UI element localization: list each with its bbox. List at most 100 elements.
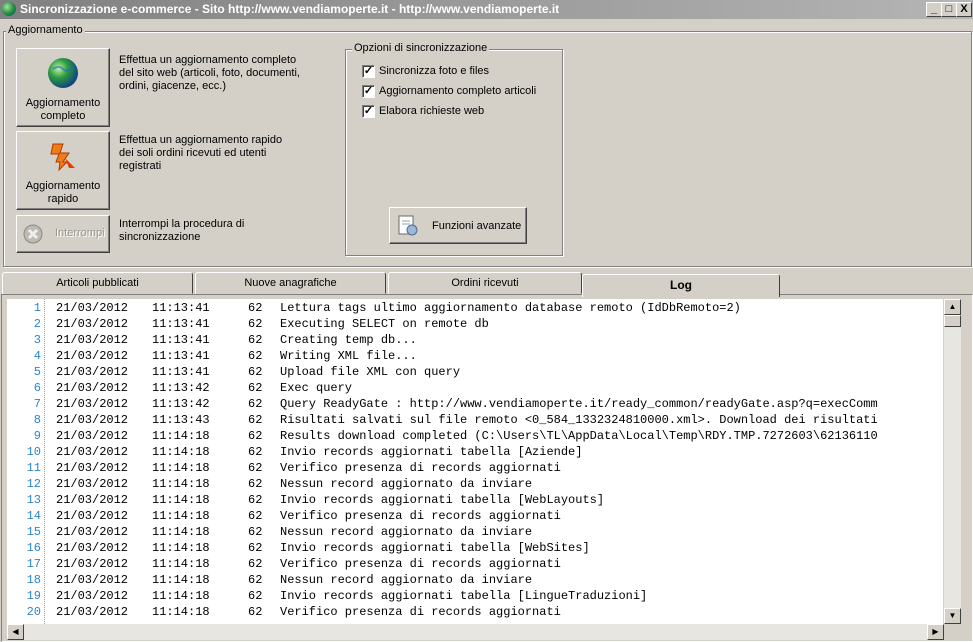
log-time: 11:14:18 — [152, 493, 210, 507]
log-line-number: 18 — [26, 573, 41, 587]
log-time: 11:14:18 — [152, 461, 210, 475]
log-code: 62 — [248, 525, 263, 539]
log-code: 62 — [248, 477, 263, 491]
log-line-number: 8 — [33, 413, 41, 427]
log-code: 62 — [248, 461, 263, 475]
interrupt-button[interactable]: Interrompi — [16, 215, 110, 253]
log-time: 11:14:18 — [152, 541, 210, 555]
log-vertical-scrollbar[interactable]: ▲ ▼ — [944, 299, 961, 624]
log-time: 11:13:43 — [152, 413, 210, 427]
log-date: 21/03/2012 — [56, 301, 129, 315]
log-date: 21/03/2012 — [56, 573, 129, 587]
update-group-legend: Aggiornamento — [6, 24, 85, 36]
log-date: 21/03/2012 — [56, 349, 129, 363]
log-date: 21/03/2012 — [56, 477, 129, 491]
log-date: 21/03/2012 — [56, 589, 129, 603]
scroll-down-arrow-icon[interactable]: ▼ — [944, 608, 961, 624]
log-date: 21/03/2012 — [56, 413, 129, 427]
log-line-number: 7 — [33, 397, 41, 411]
log-line-number: 5 — [33, 365, 41, 379]
log-line-number: 2 — [33, 317, 41, 331]
log-code: 62 — [248, 509, 263, 523]
log-code: 62 — [248, 605, 263, 619]
lightning-arrow-icon — [50, 143, 75, 172]
interrupt-label: Interrompi — [55, 227, 105, 239]
log-code: 62 — [248, 365, 263, 379]
log-message: Verifico presenza di records aggiornati — [280, 557, 561, 571]
log-date: 21/03/2012 — [56, 429, 129, 443]
log-message: Nessun record aggiornato da inviare — [280, 477, 533, 491]
log-message: Invio records aggiornati tabella [WebSit… — [280, 541, 590, 555]
log-code: 62 — [248, 557, 263, 571]
log-time: 11:14:18 — [152, 477, 210, 491]
log-line-number: 13 — [26, 493, 41, 507]
log-message: Writing XML file... — [280, 349, 417, 363]
scroll-left-arrow-icon[interactable]: ◀ — [7, 624, 24, 640]
close-button[interactable]: X — [956, 2, 972, 17]
log-time: 11:14:18 — [152, 525, 210, 539]
log-line-number: 12 — [26, 477, 41, 491]
log-time: 11:14:18 — [152, 509, 210, 523]
quick-update-button[interactable]: Aggiornamento rapido — [16, 131, 110, 210]
log-line-number: 11 — [26, 461, 41, 475]
log-line-number: 15 — [26, 525, 41, 539]
log-date: 21/03/2012 — [56, 381, 129, 395]
log-line-number: 19 — [26, 589, 41, 603]
full-update-button[interactable]: Aggiornamento completo — [16, 48, 110, 127]
log-date: 21/03/2012 — [56, 397, 129, 411]
checkbox-check-icon: ✓ — [362, 65, 375, 78]
log-time: 11:14:18 — [152, 605, 210, 619]
log-line-number: 10 — [26, 445, 41, 459]
log-line-number: 9 — [33, 429, 41, 443]
log-time: 11:13:42 — [152, 397, 210, 411]
scroll-up-arrow-icon[interactable]: ▲ — [944, 299, 961, 315]
full-update-label: Aggiornamento completo — [25, 97, 101, 122]
checkbox-check-icon: ✓ — [362, 85, 375, 98]
log-code: 62 — [248, 445, 263, 459]
scroll-right-arrow-icon[interactable]: ▶ — [927, 624, 944, 640]
maximize-button[interactable]: □ — [941, 2, 957, 17]
log-date: 21/03/2012 — [56, 493, 129, 507]
title-bar: Sincronizzazione e-commerce - Sito http:… — [0, 0, 973, 19]
log-message: Nessun record aggiornato da inviare — [280, 573, 533, 587]
log-date: 21/03/2012 — [56, 509, 129, 523]
log-horizontal-scrollbar[interactable]: ◀ ▶ — [7, 624, 944, 640]
log-line-number: 1 — [33, 301, 41, 315]
tab-nuove-anagrafiche[interactable]: Nuove anagrafiche — [195, 272, 386, 294]
tab-articoli-pubblicati[interactable]: Articoli pubblicati — [2, 272, 193, 294]
log-code: 62 — [248, 349, 263, 363]
log-message: Upload file XML con query — [280, 365, 461, 379]
log-time: 11:14:18 — [152, 573, 210, 587]
log-code: 62 — [248, 541, 263, 555]
tab-log[interactable]: Log — [582, 274, 780, 297]
log-message: Nessun record aggiornato da inviare — [280, 525, 533, 539]
log-text-area[interactable]: 1 21/03/2012 11:13:41 62 Lettura tags ultimo… — [7, 299, 943, 624]
log-date: 21/03/2012 — [56, 317, 129, 331]
minimize-button[interactable]: _ — [926, 2, 942, 17]
log-date: 21/03/2012 — [56, 333, 129, 347]
log-message: Invio records aggiornati tabella [Aziend… — [280, 445, 583, 459]
log-date: 21/03/2012 — [56, 445, 129, 459]
log-message: Verifico presenza di records aggiornati — [280, 461, 561, 475]
quick-update-description: Effettua un aggiornamento rapido dei sol… — [119, 134, 283, 172]
scroll-thumb[interactable] — [944, 315, 961, 327]
log-code: 62 — [248, 381, 263, 395]
log-time: 11:13:41 — [152, 301, 210, 315]
log-message: Executing SELECT on remote db — [280, 317, 489, 331]
log-message: Creating temp db... — [280, 333, 417, 347]
document-gear-icon — [398, 215, 418, 236]
checkbox-check-icon: ✓ — [362, 105, 375, 118]
log-code: 62 — [248, 573, 263, 587]
log-time: 11:14:18 — [152, 445, 210, 459]
log-date: 21/03/2012 — [56, 365, 129, 379]
log-line-number: 20 — [26, 605, 41, 619]
tab-ordini-ricevuti[interactable]: Ordini ricevuti — [388, 272, 582, 294]
log-time: 11:14:18 — [152, 589, 210, 603]
log-time: 11:13:42 — [152, 381, 210, 395]
log-time: 11:13:41 — [152, 317, 210, 331]
log-code: 62 — [248, 413, 263, 427]
log-message: Invio records aggiornati tabella [WebLay… — [280, 493, 605, 507]
log-time: 11:13:41 — [152, 333, 210, 347]
advanced-functions-button[interactable]: Funzioni avanzate — [389, 207, 527, 244]
log-line-number: 14 — [26, 509, 41, 523]
